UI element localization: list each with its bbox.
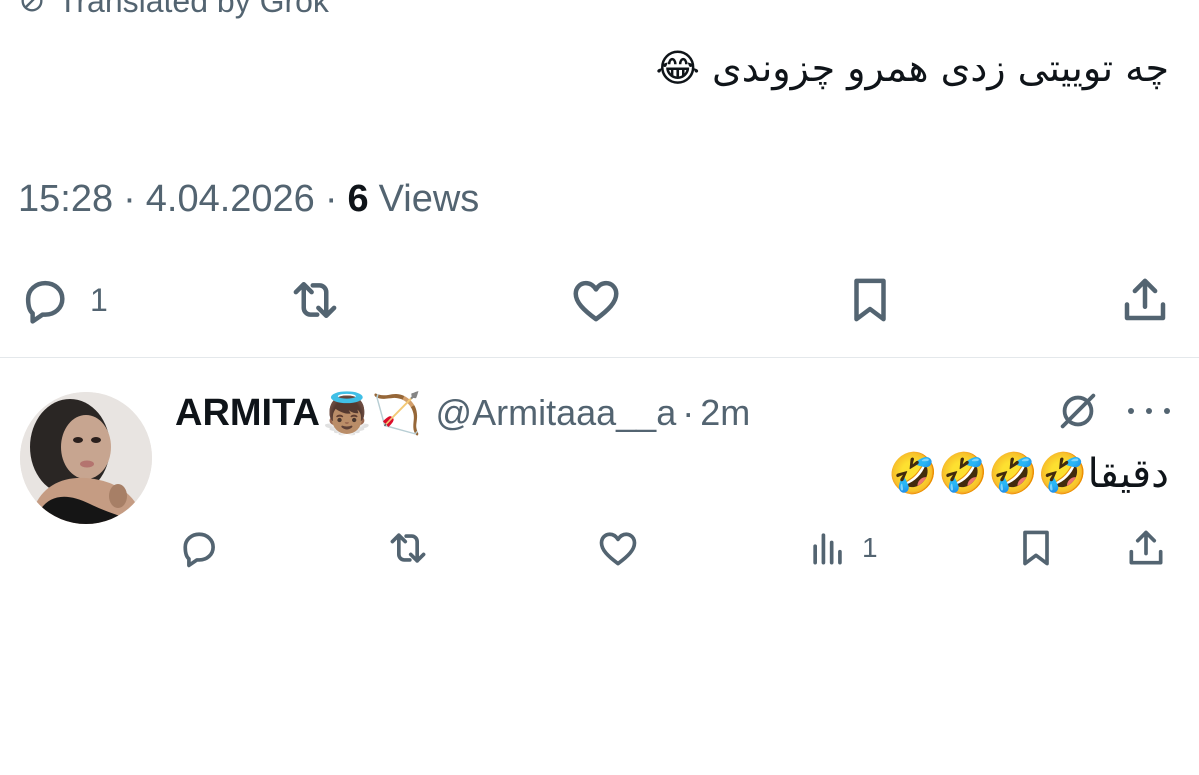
translated-label: Translated by Grok [58,0,329,19]
reply-time[interactable]: 2m [700,392,750,434]
heart-icon [573,280,619,322]
reply-text-emojis: 🤣🤣🤣🤣 [888,451,1088,497]
reply-reply-button[interactable] [177,522,221,574]
meta-separator: · [123,178,136,220]
tweet-time: 15:28 [18,178,114,220]
bookmark-icon [854,278,886,322]
avatar[interactable] [20,392,152,524]
retweet-icon [293,282,337,318]
reply-count: 1 [90,281,108,318]
reply-retweet-button[interactable] [386,522,430,574]
like-button[interactable] [569,268,623,332]
bookmark-icon [1023,530,1049,566]
more-dot [1146,408,1152,414]
reply-share-button[interactable] [1124,522,1168,574]
tweet-text: چه توییتی زدی همرو چزوندی 😂 [656,40,1169,96]
reply-button[interactable]: 1 [18,268,108,332]
more-icon[interactable] [1128,396,1170,426]
reply-views-count: 1 [862,532,878,563]
reply-name-emojis: 👼🏽🏹 [321,390,422,437]
reply-handle[interactable]: @Armitaaa__a [436,392,677,434]
tweet-date: 4.04.2026 [145,178,315,220]
reply-text: دقیقا🤣🤣🤣🤣 [888,446,1169,502]
more-dot [1164,408,1170,414]
views-count: 6 [347,178,369,220]
reply-text-body: دقیقا [1087,451,1169,497]
reply-icon [25,280,65,324]
share-icon [1124,278,1166,321]
tweet-text-body: چه توییتی زدی همرو چزوندی [712,46,1169,90]
heart-icon [599,532,637,566]
reply-header: ARMITA 👼🏽🏹 @Armitaaa__a · 2m [175,388,750,438]
retweet-icon [390,533,426,563]
avatar-photo [20,392,152,524]
views-label: Views [378,178,480,220]
reply-views-button[interactable]: 1 [806,522,878,574]
retweet-button[interactable] [288,268,342,332]
bookmark-button[interactable] [843,268,897,332]
share-button[interactable] [1118,268,1172,332]
share-icon [1129,530,1163,565]
more-dot [1128,408,1134,414]
reply-separator: · [682,392,695,433]
translated-by-grok[interactable]: Translated by Grok [18,0,329,19]
tweet-meta: 15:28 · 4.04.2026 · 6 Views [18,178,479,221]
tweet-action-bar: 1 [0,268,1199,332]
reply-action-bar: 1 [0,522,1199,574]
grok-icon[interactable] [1055,388,1101,434]
divider [0,357,1199,358]
views-icon [813,533,842,565]
reply-display-name[interactable]: ARMITA [175,392,320,435]
tweet-text-emoji: 😂 [655,46,700,90]
reply-like-button[interactable] [596,522,640,574]
reply-icon [183,532,215,568]
translate-icon [21,0,43,12]
meta-separator: · [324,178,338,220]
reply-bookmark-button[interactable] [1014,522,1058,574]
